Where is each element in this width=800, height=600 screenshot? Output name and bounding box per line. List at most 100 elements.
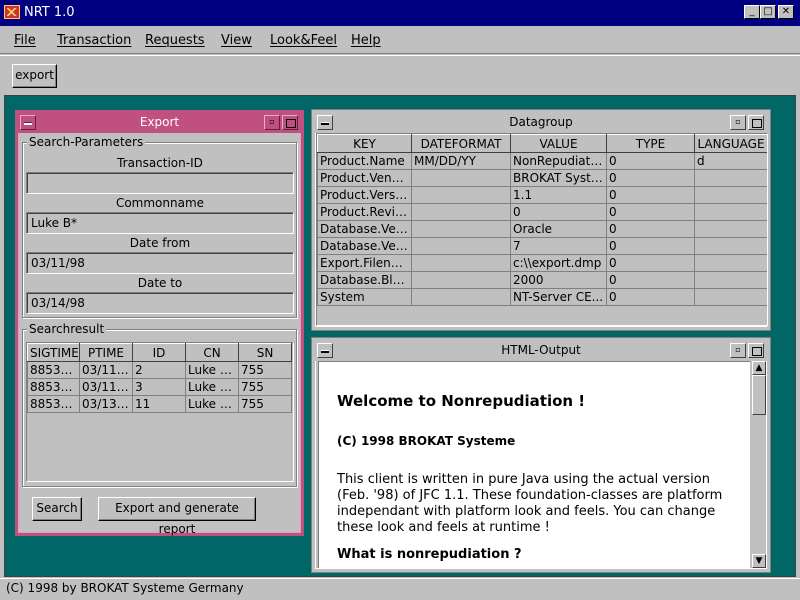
menu-look-and-feel[interactable]: Look&Feel <box>270 33 337 48</box>
datagroup-cell[interactable]: 0 <box>606 203 695 221</box>
datagroup-cell[interactable]: 0 <box>606 254 695 272</box>
datagroup-cell[interactable] <box>694 186 767 204</box>
export-frame-iconify-icon[interactable]: ▫ <box>264 115 280 130</box>
scroll-up-icon[interactable]: ▲ <box>752 361 766 375</box>
datagroup-frame-titlebar[interactable]: Datagroup <box>315 113 767 133</box>
datagroup-row[interactable]: System NT-Server CE... 0 <box>317 288 767 306</box>
search-result-cell[interactable]: 755 <box>238 361 292 379</box>
search-result-cell[interactable]: Luke B... <box>185 395 239 413</box>
scroll-down-icon[interactable]: ▼ <box>752 554 766 568</box>
datagroup-cell[interactable] <box>411 237 511 255</box>
datagroup-table[interactable]: KEY DATEFORMAT VALUE TYPE LANGUAGE Product.N… <box>316 133 768 326</box>
datagroup-cell[interactable]: Database.Blo... <box>317 271 412 289</box>
menu-file[interactable]: File <box>14 33 36 48</box>
datagroup-cell[interactable] <box>411 254 511 272</box>
search-result-cell[interactable]: Luke B... <box>185 378 239 396</box>
search-result-row[interactable]: 88531... 03/11/98 2 Luke B... 755 <box>27 361 292 379</box>
datagroup-cell[interactable]: 0 <box>606 288 695 306</box>
datagroup-cell[interactable]: Product.Name <box>317 152 412 170</box>
export-toolbar-button[interactable]: export <box>12 64 57 88</box>
datagroup-header-key[interactable]: KEY <box>317 134 412 153</box>
datagroup-row[interactable]: Database.Ven... Oracle 0 <box>317 220 767 238</box>
datagroup-cell[interactable] <box>694 237 767 255</box>
datagroup-cell[interactable]: Database.Ven... <box>317 220 412 238</box>
menu-help[interactable]: Help <box>351 33 381 48</box>
minimize-button[interactable]: _ <box>744 5 760 19</box>
search-result-cell[interactable]: 88531... <box>27 378 80 396</box>
datagroup-header-value[interactable]: VALUE <box>510 134 607 153</box>
datagroup-header-type[interactable]: TYPE <box>606 134 695 153</box>
close-button[interactable]: ✕ <box>778 5 794 19</box>
datagroup-row[interactable]: Export.Filename c:\\export.dmp 0 <box>317 254 767 272</box>
search-result-cell[interactable]: 3 <box>132 378 186 396</box>
datagroup-cell[interactable] <box>411 169 511 187</box>
datagroup-cell[interactable]: 7 <box>510 237 607 255</box>
search-result-cell[interactable]: 2 <box>132 361 186 379</box>
datagroup-cell[interactable] <box>694 220 767 238</box>
search-result-cell[interactable]: 755 <box>238 395 292 413</box>
app-icon[interactable] <box>4 5 20 19</box>
datagroup-cell[interactable]: MM/DD/YY <box>411 152 511 170</box>
search-button[interactable]: Search <box>32 497 82 521</box>
datagroup-cell[interactable] <box>411 186 511 204</box>
datagroup-frame-iconify-icon[interactable]: ▫ <box>730 115 746 130</box>
datagroup-header-dateformat[interactable]: DATEFORMAT <box>411 134 511 153</box>
datagroup-cell[interactable]: 0 <box>606 237 695 255</box>
html-output-frame-titlebar[interactable]: HTML-Output <box>315 341 767 361</box>
datagroup-cell[interactable]: Product.Version <box>317 186 412 204</box>
datagroup-row[interactable]: Product.Revisi... 0 0 <box>317 203 767 221</box>
search-result-table[interactable]: SIGTIME PTIME ID CN SN 88531... 03/11/98 2 Luke… <box>26 342 294 482</box>
datagroup-cell[interactable]: 0 <box>510 203 607 221</box>
scroll-track[interactable] <box>752 375 766 554</box>
search-result-cell[interactable]: 03/13/98 <box>79 395 133 413</box>
datagroup-cell[interactable]: System <box>317 288 412 306</box>
datagroup-cell[interactable] <box>694 254 767 272</box>
datagroup-cell[interactable]: Database.Ver... <box>317 237 412 255</box>
export-frame-menu-icon[interactable] <box>20 115 36 130</box>
search-result-header-sn[interactable]: SN <box>238 343 292 362</box>
export-frame-titlebar[interactable]: Export <box>18 113 301 133</box>
datagroup-row[interactable]: Product.Vendor BROKAT Syste... 0 <box>317 169 767 187</box>
search-result-row[interactable]: 88531... 03/11/98 3 Luke B... 755 <box>27 378 292 396</box>
datagroup-cell[interactable]: 0 <box>606 169 695 187</box>
datagroup-cell[interactable]: 0 <box>606 220 695 238</box>
search-result-cell[interactable]: 88531... <box>27 361 80 379</box>
datagroup-cell[interactable] <box>694 271 767 289</box>
date-to-field[interactable]: 03/14/98 <box>26 292 294 314</box>
datagroup-cell[interactable] <box>411 288 511 306</box>
datagroup-cell[interactable]: Product.Revisi... <box>317 203 412 221</box>
datagroup-cell[interactable]: NT-Server CE... <box>510 288 607 306</box>
search-result-cell[interactable]: Luke B... <box>185 361 239 379</box>
maximize-button[interactable]: □ <box>760 5 776 19</box>
menu-view[interactable]: View <box>221 33 252 48</box>
datagroup-cell[interactable]: 0 <box>606 271 695 289</box>
datagroup-cell[interactable]: 2000 <box>510 271 607 289</box>
datagroup-cell[interactable]: c:\\export.dmp <box>510 254 607 272</box>
datagroup-cell[interactable] <box>411 203 511 221</box>
html-output-scrollbar[interactable]: ▲ ▼ <box>752 361 766 568</box>
datagroup-cell[interactable]: NonRepudiati... <box>510 152 607 170</box>
search-result-header-ptime[interactable]: PTIME <box>79 343 133 362</box>
export-frame-maximize-icon[interactable] <box>282 115 298 130</box>
datagroup-cell[interactable]: 0 <box>606 186 695 204</box>
datagroup-cell[interactable] <box>411 271 511 289</box>
datagroup-cell[interactable] <box>411 220 511 238</box>
datagroup-cell[interactable]: 0 <box>606 152 695 170</box>
datagroup-cell[interactable]: d <box>694 152 767 170</box>
html-output-frame-maximize-icon[interactable] <box>748 343 764 358</box>
datagroup-header-language[interactable]: LANGUAGE <box>694 134 767 153</box>
datagroup-cell[interactable]: Export.Filename <box>317 254 412 272</box>
search-result-cell[interactable]: 88531... <box>27 395 80 413</box>
datagroup-frame-menu-icon[interactable] <box>317 115 333 130</box>
datagroup-cell[interactable] <box>694 203 767 221</box>
search-result-cell[interactable]: 03/11/98 <box>79 361 133 379</box>
menu-requests[interactable]: Requests <box>145 33 205 48</box>
search-result-header-sigtime[interactable]: SIGTIME <box>27 343 80 362</box>
html-output-content[interactable]: Welcome to Nonrepudiation ! (C) 1998 BRO… <box>318 361 750 568</box>
datagroup-row[interactable]: Product.Version 1.1 0 <box>317 186 767 204</box>
datagroup-row[interactable]: Database.Blo... 2000 0 <box>317 271 767 289</box>
datagroup-frame-maximize-icon[interactable] <box>748 115 764 130</box>
datagroup-row[interactable]: Product.Name MM/DD/YY NonRepudiati... 0 d <box>317 152 767 170</box>
datagroup-cell[interactable]: Oracle <box>510 220 607 238</box>
html-output-frame-iconify-icon[interactable]: ▫ <box>730 343 746 358</box>
